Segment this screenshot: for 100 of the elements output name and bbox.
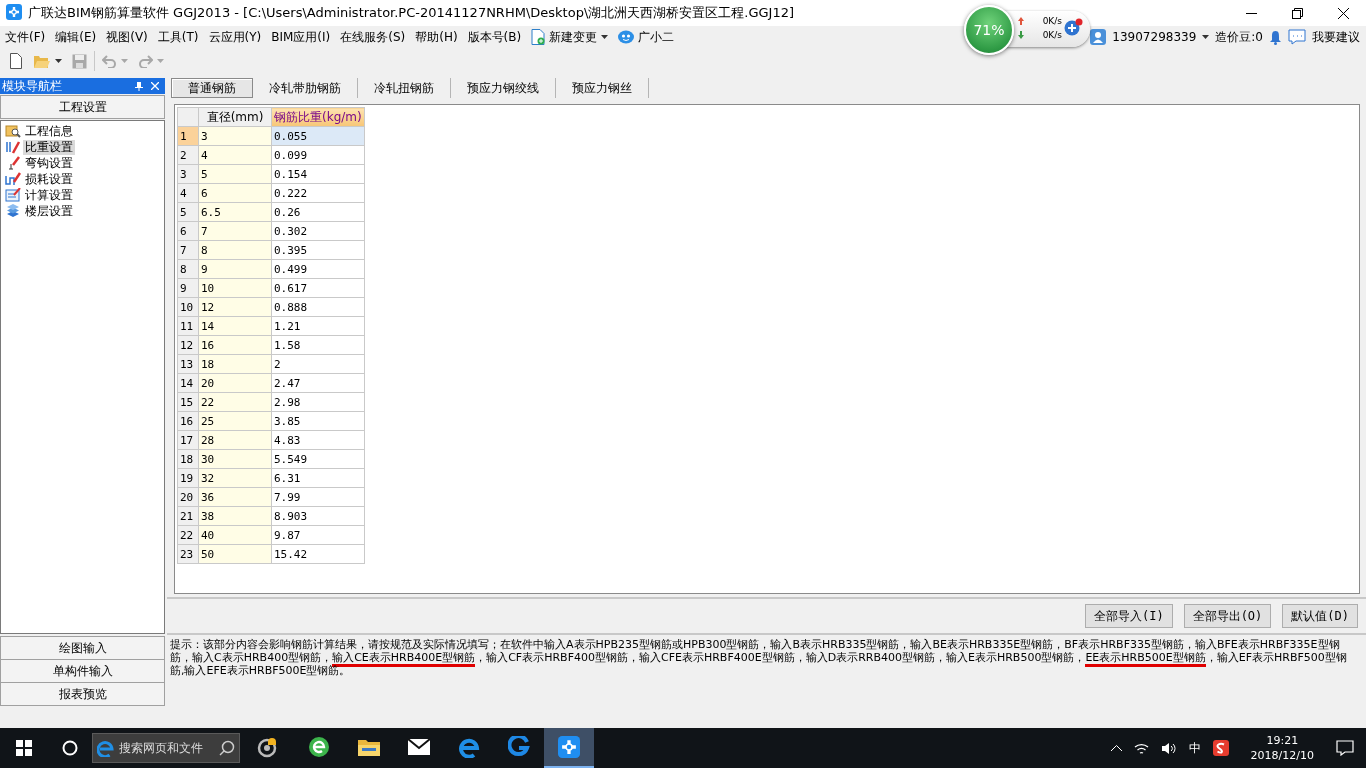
account-phone[interactable]: 13907298339	[1112, 30, 1197, 44]
folder-icon[interactable]	[358, 738, 380, 756]
menu-item[interactable]: 在线服务(S)	[335, 26, 411, 48]
weight-cell[interactable]: 0.302	[271, 221, 365, 241]
bars-pencil-icon	[5, 172, 21, 186]
weight-cell[interactable]: 0.395	[271, 240, 365, 260]
upload-speed: 0K/s	[1042, 16, 1062, 26]
bell-icon[interactable]	[1269, 29, 1282, 45]
tree-item[interactable]: 损耗设置	[23, 171, 75, 187]
menu-item[interactable]: 编辑(E)	[50, 26, 102, 48]
weight-cell[interactable]: 6.31	[271, 468, 365, 488]
action-button[interactable]: 全部导出(O)	[1183, 604, 1272, 628]
clock-date[interactable]: 2018/12/10	[1250, 748, 1314, 763]
weight-cell[interactable]: 2.98	[271, 392, 365, 412]
form-pencil-icon	[5, 188, 21, 202]
tab[interactable]: 预应力钢绞线	[451, 78, 556, 98]
corner-cell	[177, 107, 199, 127]
feedback-link[interactable]: 我要建议	[1312, 28, 1360, 46]
menu-item[interactable]: 视图(V)	[101, 26, 153, 48]
clock-time[interactable]: 19:21	[1266, 733, 1299, 748]
module-button[interactable]: 单构件输入	[0, 660, 165, 683]
mascot-icon	[618, 30, 635, 44]
menu-item[interactable]: 帮助(H)	[410, 26, 463, 48]
speaker-icon[interactable]	[1160, 741, 1177, 755]
cost-beans-label: 造价豆:0	[1215, 28, 1263, 46]
weight-cell[interactable]: 0.617	[271, 278, 365, 298]
edge-e-icon[interactable]	[458, 736, 480, 758]
rebar-pencil-icon	[5, 140, 21, 154]
weight-cell[interactable]: 0.154	[271, 164, 365, 184]
tree-item[interactable]: 楼层设置	[23, 203, 75, 219]
tree-item[interactable]: 弯钩设置	[23, 155, 75, 171]
module-button[interactable]: 绘图输入	[0, 636, 165, 660]
chat-bubble-icon[interactable]	[1288, 29, 1306, 45]
weight-cell[interactable]: 1.58	[271, 335, 365, 355]
s-logo-icon[interactable]	[1212, 740, 1229, 756]
section-button[interactable]: 工程设置	[0, 95, 165, 119]
weight-cell[interactable]: 9.87	[271, 525, 365, 545]
wifi-icon[interactable]	[1133, 741, 1149, 755]
search-icon	[219, 740, 235, 756]
notification-icon[interactable]	[1336, 740, 1354, 756]
caret-icon[interactable]	[1202, 35, 1210, 39]
download-speed: 0K/s	[1042, 30, 1062, 40]
menu-item[interactable]: 文件(F)	[0, 26, 51, 48]
minimize-icon[interactable]	[1245, 12, 1257, 14]
globe-e-icon[interactable]	[308, 736, 330, 758]
app-logo-icon[interactable]	[558, 736, 580, 758]
circle-search-icon[interactable]	[62, 740, 78, 756]
taskbar-search-field[interactable]: 搜索网页和文件	[92, 733, 240, 763]
tab[interactable]: 普通钢筋	[171, 78, 253, 98]
tab[interactable]: 冷轧扭钢筋	[358, 78, 451, 98]
tab[interactable]: 冷轧带肋钢筋	[253, 78, 358, 98]
weight-cell[interactable]: 3.85	[271, 411, 365, 431]
action-button[interactable]: 默认值(D)	[1282, 604, 1358, 628]
weight-cell[interactable]: 2.47	[271, 373, 365, 393]
menu-item[interactable]: 广小二	[638, 28, 675, 46]
new-file-icon[interactable]	[9, 53, 23, 69]
document-icon	[531, 29, 546, 45]
hint-text: 提示：该部分内容会影响钢筋计算结果，请按规范及实际情况填写；在软件中输入A表示HPB235型钢筋或HPB300型钢筋，输入B表示HRB335型钢筋，输入BE表示HRB335E型钢筋，BF表示HRBF335型钢筋，输入BFE表示HRBF335E型钢筋，输入C表示HRB400型钢筋，输入CE表示HRB400E型钢筋，输入CF表示HRBF400型钢筋，输入CFE表示HRBF400E型钢筋，输入D表示RRB400型钢筋，输入E表示HRB500型钢筋，EE表示HRB500E型钢筋，输入EF表示HRBF500型钢筋,输入EFE表示HRBF500E型钢筋。	[167, 633, 1366, 706]
menu-item[interactable]: 版本号(B)	[462, 26, 527, 48]
input-method-indicator[interactable]: 中	[1188, 739, 1201, 757]
window-title: 广联达BIM钢筋算量软件 GGJ2013 - [C:\Users\Administrator.PC-20141127NRHM\Desktop\湖北洲天西湖桥安置区工程.GGJ12]	[28, 4, 794, 22]
weight-cell[interactable]: 4.83	[271, 430, 365, 450]
chevron-up-icon[interactable]	[1110, 745, 1122, 751]
menu-item[interactable]: 新建变更	[549, 28, 598, 46]
windows-start-icon[interactable]	[16, 740, 32, 756]
caret-icon[interactable]	[55, 59, 62, 63]
weight-cell[interactable]: 0.222	[271, 183, 365, 203]
column-header[interactable]: 直径(mm)	[198, 107, 272, 127]
weight-cell[interactable]: 15.42	[271, 544, 365, 564]
weight-cell[interactable]: 2	[271, 354, 365, 374]
pin-icon[interactable]	[135, 81, 143, 91]
app-logo-icon	[6, 3, 22, 20]
weight-cell[interactable]: 0.099	[271, 145, 365, 165]
tab[interactable]: 预应力钢丝	[556, 78, 649, 98]
tree-item[interactable]: 比重设置	[23, 139, 75, 155]
weight-cell[interactable]: 5.549	[271, 449, 365, 469]
tree-item[interactable]: 计算设置	[23, 187, 75, 203]
caret-icon[interactable]	[601, 35, 609, 39]
user-avatar-icon[interactable]	[1090, 29, 1107, 45]
restore-icon[interactable]	[1291, 7, 1303, 19]
envelope-icon[interactable]	[408, 739, 430, 755]
menu-item[interactable]: 云应用(Y)	[203, 26, 267, 48]
module-button[interactable]: 报表预览	[0, 683, 165, 706]
column-header[interactable]: 钢筋比重(kg/m)	[271, 107, 365, 127]
g-logo-icon[interactable]	[508, 736, 530, 758]
tree-item[interactable]: 工程信息	[23, 123, 75, 139]
menu-item[interactable]: BIM应用(I)	[266, 26, 336, 48]
weight-cell[interactable]: 0.888	[271, 297, 365, 317]
weight-cell[interactable]: 7.99	[271, 487, 365, 507]
upload-arrow-icon	[1018, 17, 1024, 25]
weight-cell[interactable]: 1.21	[271, 316, 365, 336]
menu-item[interactable]: 工具(T)	[152, 26, 204, 48]
weight-cell[interactable]: 0.499	[271, 259, 365, 279]
close-icon[interactable]	[1337, 7, 1349, 19]
action-button[interactable]: 全部导入(I)	[1084, 604, 1173, 628]
weight-cell[interactable]: 8.903	[271, 506, 365, 526]
stacked-layers-icon	[5, 204, 21, 218]
accelerate-icon[interactable]	[1064, 18, 1084, 36]
panel-title: 模块导航栏	[2, 77, 63, 95]
weight-cell[interactable]: 0.26	[271, 202, 365, 222]
